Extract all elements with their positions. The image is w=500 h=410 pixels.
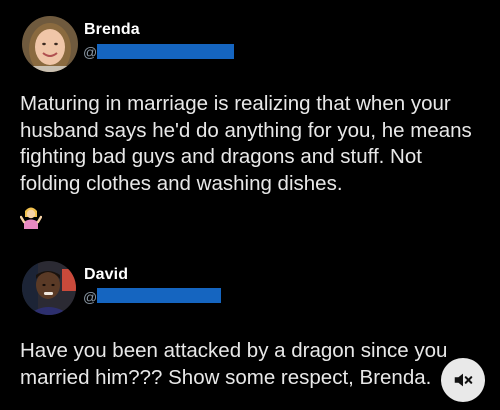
- author-name[interactable]: David: [84, 266, 128, 284]
- speaker-muted-icon: [454, 373, 473, 387]
- avatar[interactable]: [22, 261, 76, 315]
- mute-button[interactable]: [441, 358, 485, 402]
- author-handle-prefix: @: [83, 289, 98, 305]
- handle-redaction: [97, 44, 234, 59]
- post-text: Maturing in marriage is realizing that w…: [20, 92, 472, 195]
- handle-redaction: [97, 288, 221, 303]
- author-handle-prefix: @: [83, 44, 98, 60]
- author-name[interactable]: Brenda: [84, 21, 140, 39]
- avatar[interactable]: [22, 16, 78, 72]
- post-text: Have you been attacked by a dragon since…: [20, 339, 448, 389]
- woman-shrugging-icon: [19, 205, 43, 229]
- avatar-photo-icon: [22, 16, 78, 72]
- social-thread: Brenda @ Maturing in marriage is realizi…: [0, 0, 500, 410]
- avatar-photo-icon: [22, 261, 76, 315]
